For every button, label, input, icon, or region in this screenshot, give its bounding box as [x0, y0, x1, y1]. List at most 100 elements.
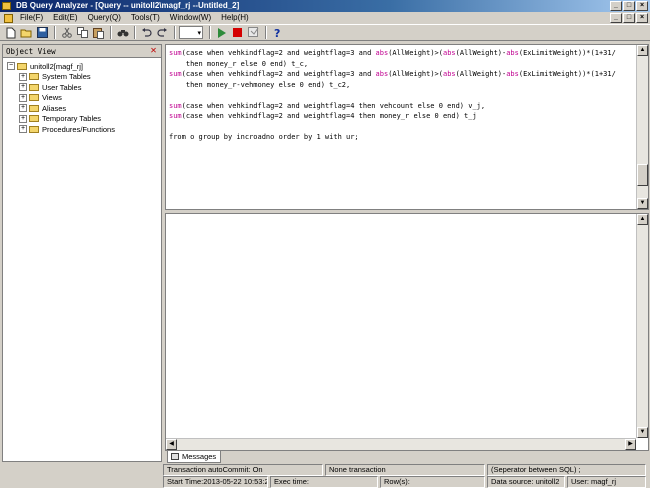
- scroll-up-icon[interactable]: ▲: [637, 214, 648, 225]
- folder-icon: [29, 73, 39, 81]
- tab-messages[interactable]: Messages: [167, 451, 222, 463]
- menu-bar: File(F) Edit(E) Query(Q) Tools(T) Window…: [0, 12, 650, 24]
- expand-icon[interactable]: +: [19, 114, 27, 123]
- tree-item-label: Aliases: [42, 103, 67, 113]
- tree-item-user-tables[interactable]: + User Tables: [7, 82, 161, 93]
- menu-file[interactable]: File(F): [15, 12, 48, 24]
- code-line[interactable]: then money_r else 0 end) t_c,: [169, 59, 634, 70]
- redo-icon[interactable]: [155, 26, 170, 40]
- menu-tools[interactable]: Tools(T): [126, 12, 165, 24]
- object-view-header: Object View ✕: [3, 45, 161, 58]
- expand-icon[interactable]: +: [19, 72, 27, 81]
- sql-text-token: (AllWeight)>(: [388, 49, 443, 57]
- scroll-right-icon[interactable]: ▶: [625, 439, 636, 450]
- sql-function-token: abs: [375, 70, 389, 78]
- parse-icon[interactable]: [246, 26, 261, 40]
- execute-icon[interactable]: [214, 26, 229, 40]
- cut-icon[interactable]: [59, 26, 74, 40]
- code-line[interactable]: sum(case when vehkindflag=2 and weightfl…: [169, 69, 634, 80]
- sql-text-token: from o group by incroadno order by 1 wit…: [169, 133, 359, 141]
- expand-icon[interactable]: +: [19, 125, 27, 134]
- scroll-down-icon[interactable]: ▼: [637, 427, 648, 438]
- sql-text-token: (ExLimitWeight))*(1+31/: [518, 70, 616, 78]
- object-view-title: Object View: [6, 47, 56, 56]
- maximize-button[interactable]: □: [623, 1, 635, 11]
- close-icon[interactable]: ✕: [148, 46, 159, 56]
- menu-edit[interactable]: Edit(E): [48, 12, 82, 24]
- mdi-close-button[interactable]: ×: [636, 13, 648, 23]
- results-vertical-scrollbar[interactable]: ▲ ▼: [636, 214, 648, 438]
- toolbar-separator: [209, 26, 211, 39]
- results-grid-combo[interactable]: ▾: [179, 26, 203, 39]
- sql-function-token: abs: [506, 70, 519, 78]
- scroll-up-icon[interactable]: ▲: [637, 45, 648, 56]
- tree-item-aliases[interactable]: + Aliases: [7, 103, 161, 114]
- toolbar-separator: [265, 26, 267, 39]
- tree-root[interactable]: − unitoll2[magf_rj]: [7, 61, 161, 72]
- message-icon: [171, 453, 179, 460]
- collapse-icon[interactable]: −: [7, 62, 15, 71]
- undo-icon[interactable]: [139, 26, 154, 40]
- tree-root-label: unitoll2[magf_rj]: [30, 61, 83, 71]
- help-icon[interactable]: ?: [270, 26, 285, 40]
- app-icon: [2, 2, 11, 10]
- menu-help[interactable]: Help(H): [216, 12, 254, 24]
- tree-item-temporary-tables[interactable]: + Temporary Tables: [7, 114, 161, 125]
- toolbar-separator: [134, 26, 136, 39]
- code-line[interactable]: [169, 122, 634, 133]
- folder-icon: [29, 115, 39, 123]
- app-window: DB Query Analyzer - [Query -- unitoll2\m…: [0, 0, 650, 488]
- results-pane[interactable]: ▲ ▼ ◀ ▶: [165, 213, 649, 451]
- sql-code[interactable]: sum(case when vehkindflag=2 and weightfl…: [169, 48, 634, 143]
- minimize-button[interactable]: _: [610, 1, 622, 11]
- save-icon[interactable]: [35, 26, 50, 40]
- code-line[interactable]: sum(case when vehkindflag=2 and weightfl…: [169, 111, 634, 122]
- menu-query[interactable]: Query(Q): [83, 12, 126, 24]
- code-line[interactable]: from o group by incroadno order by 1 wit…: [169, 132, 634, 143]
- scroll-left-icon[interactable]: ◀: [166, 439, 177, 450]
- expand-icon[interactable]: +: [19, 83, 27, 92]
- expand-icon[interactable]: +: [19, 93, 27, 102]
- code-line[interactable]: sum(case when vehkindflag=2 and weightfl…: [169, 48, 634, 59]
- sql-editor[interactable]: sum(case when vehkindflag=2 and weightfl…: [165, 44, 649, 210]
- sql-function-token: sum: [169, 101, 182, 110]
- tree-item-views[interactable]: + Views: [7, 93, 161, 104]
- document-icon[interactable]: [4, 13, 13, 23]
- tree-item-procedures[interactable]: + Procedures/Functions: [7, 124, 161, 135]
- title-bar[interactable]: DB Query Analyzer - [Query -- unitoll2\m…: [0, 0, 650, 12]
- scroll-down-icon[interactable]: ▼: [637, 198, 648, 209]
- window-title: DB Query Analyzer - [Query -- unitoll2\m…: [16, 1, 240, 10]
- scroll-thumb[interactable]: [637, 164, 648, 186]
- tree-item-system-tables[interactable]: + System Tables: [7, 72, 161, 83]
- tree-item-label: User Tables: [42, 82, 82, 92]
- sql-function-token: abs: [506, 49, 519, 57]
- paste-icon[interactable]: [91, 26, 106, 40]
- folder-icon: [29, 104, 39, 112]
- status-start-time: Start Time:2013-05-22 10:53:23: [163, 476, 268, 488]
- copy-icon[interactable]: [75, 26, 90, 40]
- find-icon[interactable]: [115, 26, 130, 40]
- mdi-restore-button[interactable]: □: [623, 13, 635, 23]
- folder-icon: [29, 94, 39, 102]
- chevron-down-icon: ▾: [197, 29, 201, 37]
- stop-icon[interactable]: [230, 26, 245, 40]
- toolbar-separator: [174, 26, 176, 39]
- editor-vertical-scrollbar[interactable]: ▲ ▼: [636, 45, 648, 209]
- menu-window[interactable]: Window(W): [165, 12, 216, 24]
- code-line[interactable]: sum(case when vehkindflag=2 and weightfl…: [169, 101, 634, 112]
- status-separator: (Seperator between SQL) ;: [487, 464, 646, 476]
- new-file-icon[interactable]: [3, 26, 18, 40]
- open-folder-icon[interactable]: [19, 26, 34, 40]
- code-line[interactable]: [169, 90, 634, 101]
- code-line[interactable]: then money_r-vehmoney else 0 end) t_c2,: [169, 80, 634, 91]
- status-user: User: magf_rj: [567, 476, 646, 488]
- object-tree: − unitoll2[magf_rj] + System Tables + Us…: [3, 58, 161, 135]
- results-horizontal-scrollbar[interactable]: ◀ ▶: [166, 438, 636, 450]
- results-tabs: Messages: [165, 451, 649, 463]
- toolbar-separator: [54, 26, 56, 39]
- mdi-minimize-button[interactable]: _: [610, 13, 622, 23]
- close-button[interactable]: ×: [636, 1, 648, 11]
- status-transaction: None transaction: [325, 464, 485, 476]
- expand-icon[interactable]: +: [19, 104, 27, 113]
- tree-item-label: System Tables: [42, 72, 91, 82]
